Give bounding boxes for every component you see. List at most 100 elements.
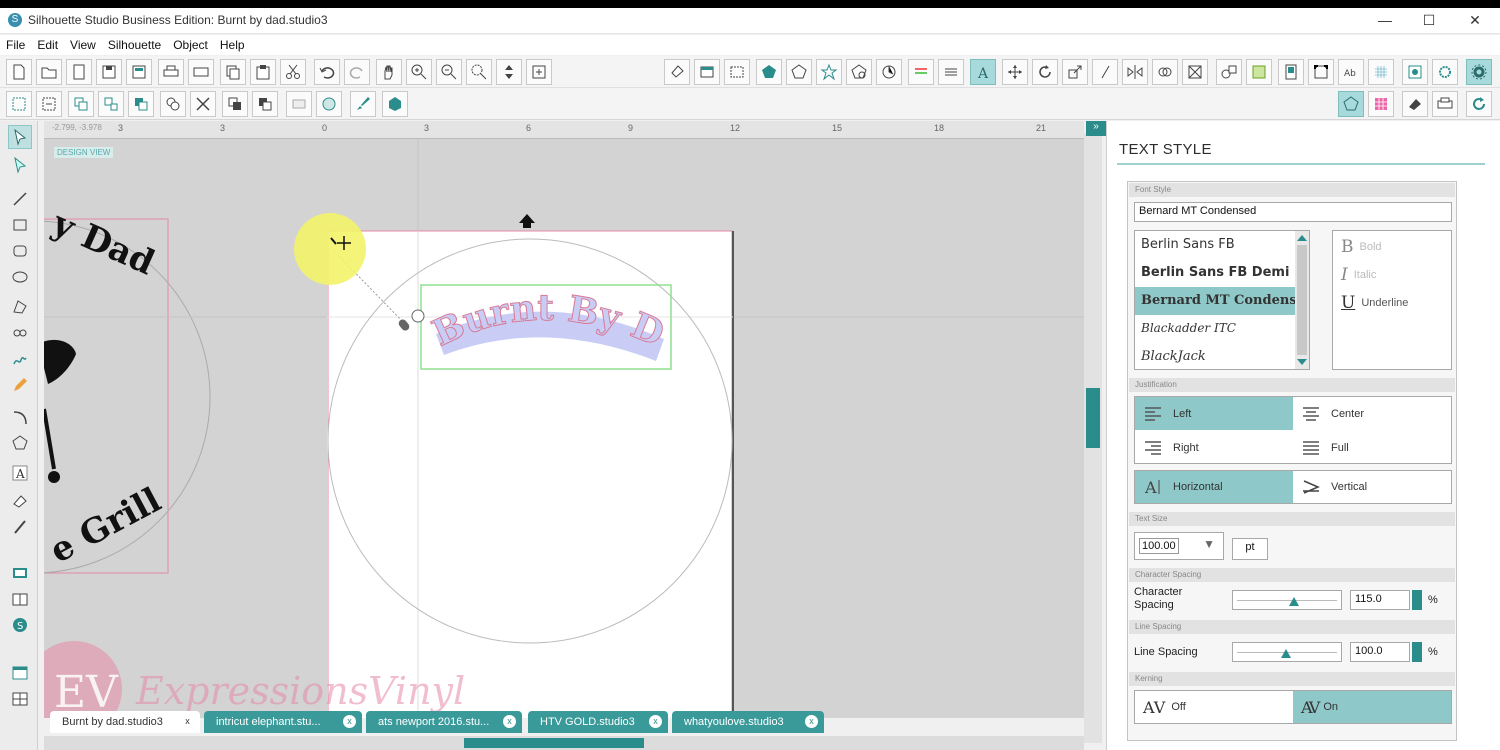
send-to-silhouette-icon[interactable] — [1402, 59, 1428, 85]
undo-icon[interactable] — [314, 59, 340, 85]
bring-forward-icon[interactable] — [222, 91, 248, 117]
duplicate-icon[interactable] — [286, 91, 312, 117]
deselect-icon[interactable] — [36, 91, 62, 117]
slider-knob[interactable] — [1289, 597, 1299, 606]
send-backward-icon[interactable] — [252, 91, 278, 117]
font-item-selected[interactable]: Bernard MT Condensed — [1135, 287, 1309, 315]
text-size-unit[interactable]: pt — [1232, 538, 1268, 560]
menu-help[interactable]: Help — [214, 35, 251, 52]
line-color-icon[interactable] — [694, 59, 720, 85]
settings-gear-icon[interactable] — [1466, 59, 1492, 85]
zoom-select-icon[interactable] — [466, 59, 492, 85]
split-view-icon[interactable] — [8, 687, 32, 711]
slider-knob[interactable] — [1281, 649, 1291, 658]
cut-scissors-icon[interactable] — [280, 59, 306, 85]
mirror-icon[interactable] — [1122, 59, 1148, 85]
registration-marks-icon[interactable] — [1308, 59, 1334, 85]
pattern-fill-icon[interactable] — [1368, 91, 1394, 117]
horizontal-button[interactable]: A Horizontal — [1135, 471, 1293, 503]
refresh-icon[interactable] — [1466, 91, 1492, 117]
paint-brush-icon[interactable] — [350, 91, 376, 117]
horizontal-scrollbar[interactable] — [44, 736, 1084, 750]
character-spacing-spinner[interactable] — [1412, 590, 1422, 610]
vscroll-thumb[interactable] — [1086, 388, 1100, 448]
star-outline-icon[interactable] — [816, 59, 842, 85]
kerning-on-button[interactable]: AV On — [1293, 691, 1451, 723]
drag-zoom-icon[interactable] — [496, 59, 522, 85]
freehand-tool-icon[interactable] — [8, 347, 32, 371]
menu-object[interactable]: Object — [167, 35, 214, 52]
doc-tab[interactable]: ats newport 2016.stu... x — [366, 711, 522, 733]
curve-tool-icon[interactable] — [8, 321, 32, 345]
modify-icon[interactable] — [316, 91, 342, 117]
menu-silhouette[interactable]: Silhouette — [102, 35, 167, 52]
bold-option[interactable]: B Bold — [1341, 237, 1382, 257]
doc-tab[interactable]: Burnt by dad.studio3 x — [50, 711, 200, 733]
text-tool-icon[interactable]: A — [8, 461, 32, 485]
close-tab-icon[interactable]: x — [181, 715, 194, 728]
design-canvas[interactable]: -2.799, -3.978 3 3 0 3 6 9 12 15 18 21 D… — [44, 121, 1084, 718]
group-icon[interactable] — [68, 91, 94, 117]
menu-view[interactable]: View — [64, 35, 102, 52]
doc-tab[interactable]: whatyoulove.studio3 x — [672, 711, 824, 733]
color-bars-icon[interactable] — [908, 59, 934, 85]
new-document-icon[interactable] — [6, 59, 32, 85]
vertical-button[interactable]: Vertical — [1293, 471, 1451, 503]
select-arrow-icon[interactable] — [8, 125, 32, 149]
vertical-scrollbar[interactable] — [1084, 133, 1102, 743]
copy-icon[interactable] — [220, 59, 246, 85]
text-style-icon[interactable]: A — [970, 59, 996, 85]
rounded-rect-tool-icon[interactable] — [8, 239, 32, 263]
panel-toggle-icon[interactable] — [8, 661, 32, 685]
close-tab-icon[interactable]: x — [805, 715, 818, 728]
compound-path-icon[interactable] — [128, 91, 154, 117]
line-tool-icon[interactable] — [8, 187, 32, 211]
close-button[interactable]: ✕ — [1452, 8, 1498, 34]
pencil-tool-icon[interactable] — [8, 373, 32, 397]
print-icon[interactable] — [158, 59, 184, 85]
align-left-button[interactable]: Left — [1135, 397, 1293, 430]
font-item[interactable]: Berlin Sans FB — [1135, 231, 1297, 259]
font-item[interactable]: Blackadder ITC — [1135, 315, 1297, 343]
doc-tab[interactable]: intricut elephant.stu... x — [204, 711, 362, 733]
zoom-out-icon[interactable] — [436, 59, 462, 85]
maximize-button[interactable]: ☐ — [1406, 8, 1452, 34]
library-shapes-icon[interactable] — [1216, 59, 1242, 85]
character-spacing-input[interactable]: 115.0 — [1350, 590, 1410, 610]
italic-option[interactable]: I Italic — [1341, 265, 1376, 285]
pentagon-tool-icon[interactable] — [8, 431, 32, 455]
offset-shape-icon[interactable] — [786, 59, 812, 85]
send-panel-icon[interactable] — [1432, 91, 1458, 117]
hscroll-thumb[interactable] — [464, 738, 644, 748]
silhouette-store-icon[interactable]: S — [8, 613, 32, 637]
replicate-icon[interactable] — [876, 59, 902, 85]
close-tab-icon[interactable]: x — [343, 715, 356, 728]
pentagon-shape-icon[interactable] — [756, 59, 782, 85]
fit-to-page-icon[interactable] — [526, 59, 552, 85]
doc-tab[interactable]: HTV GOLD.studio3 x — [528, 711, 668, 733]
zoom-in-icon[interactable] — [406, 59, 432, 85]
align-right-button[interactable]: Right — [1135, 431, 1293, 464]
text-size-input[interactable]: 100.00 ▼ — [1134, 532, 1224, 560]
redo-icon[interactable] — [344, 59, 370, 85]
line-style-icon[interactable] — [724, 59, 750, 85]
arc-tool-icon[interactable] — [8, 405, 32, 429]
line-spacing-spinner[interactable] — [1412, 642, 1422, 662]
point-edit-icon[interactable] — [8, 153, 32, 177]
eraser-tool-icon[interactable] — [8, 489, 32, 513]
font-list-scrollbar[interactable] — [1295, 231, 1309, 369]
preferences-icon[interactable] — [1432, 59, 1458, 85]
collapse-panel-icon[interactable]: » — [1086, 121, 1106, 136]
release-compound-icon[interactable] — [160, 91, 186, 117]
rotate-icon[interactable] — [1032, 59, 1058, 85]
font-item[interactable]: BlackJack — [1135, 343, 1297, 369]
layer-cube-icon[interactable] — [382, 91, 408, 117]
select-all-icon[interactable] — [6, 91, 32, 117]
grid-align-icon[interactable] — [1182, 59, 1208, 85]
character-spacing-slider[interactable] — [1232, 590, 1342, 610]
save-to-library-icon[interactable] — [126, 59, 152, 85]
pan-hand-icon[interactable] — [376, 59, 402, 85]
trace-icon[interactable] — [846, 59, 872, 85]
font-item[interactable]: Berlin Sans FB Demi — [1135, 259, 1297, 287]
shear-icon[interactable] — [1092, 59, 1118, 85]
